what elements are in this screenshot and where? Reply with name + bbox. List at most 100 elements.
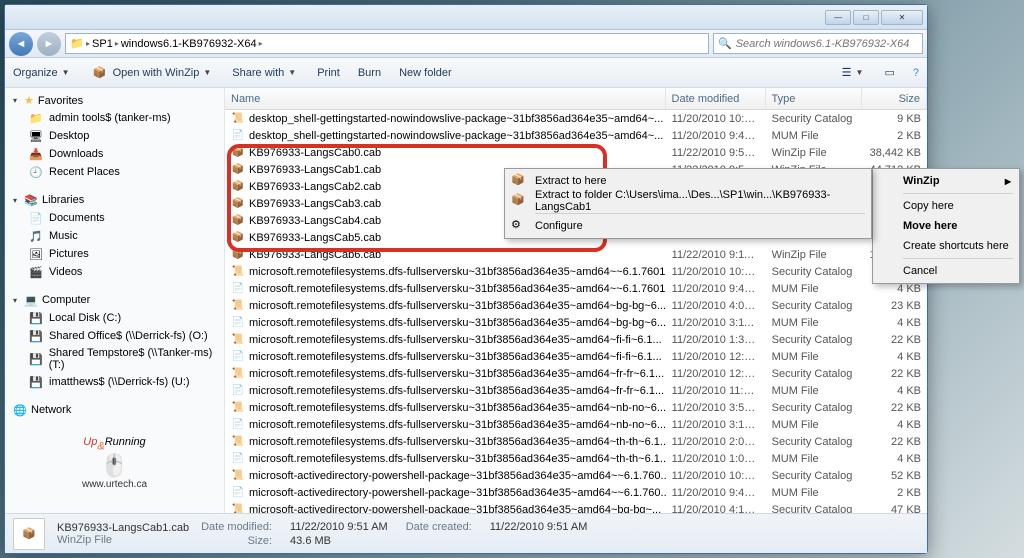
forward-button[interactable]: ► bbox=[37, 32, 61, 56]
file-icon: 📜 bbox=[231, 299, 245, 313]
file-icon: 📜 bbox=[231, 112, 245, 126]
file-row[interactable]: 📜microsoft-activedirectory-powershell-pa… bbox=[225, 467, 927, 484]
status-label: Date created: bbox=[406, 521, 472, 533]
desktop-icon: 🖥 bbox=[29, 129, 43, 143]
music-icon: 🎵 bbox=[29, 229, 43, 243]
file-row[interactable]: 📄microsoft.remotefilesystems.dfs-fullser… bbox=[225, 280, 927, 297]
open-with-button[interactable]: 📦Open with WinZip ▼ bbox=[91, 64, 215, 82]
file-row[interactable]: 📄microsoft.remotefilesystems.dfs-fullser… bbox=[225, 450, 927, 467]
file-size: 4 KB bbox=[862, 453, 927, 465]
sidebar-item[interactable]: 💾Shared Tempstore$ (\\Tanker-ms) (T:) bbox=[5, 345, 224, 373]
column-size[interactable]: Size bbox=[862, 88, 927, 109]
sidebar-item[interactable]: 📁admin tools$ (tanker-ms) bbox=[5, 109, 224, 127]
file-type: MUM File bbox=[766, 317, 862, 329]
sidebar-item[interactable]: 💾Shared Office$ (\\Derrick-fs) (O:) bbox=[5, 327, 224, 345]
context-menu-secondary[interactable]: WinZip▶ Copy here Move here Create short… bbox=[872, 168, 1020, 284]
file-row[interactable]: 📦KB976933-LangsCab0.cab11/22/2010 9:56 A… bbox=[225, 144, 927, 161]
menu-item-configure[interactable]: ⚙Configure bbox=[507, 216, 869, 236]
column-date[interactable]: Date modified bbox=[666, 88, 766, 109]
file-row[interactable]: 📜microsoft.remotefilesystems.dfs-fullser… bbox=[225, 365, 927, 382]
libraries-header[interactable]: ▾📚 Libraries bbox=[5, 191, 224, 209]
column-type[interactable]: Type bbox=[766, 88, 862, 109]
file-row[interactable]: 📜microsoft.remotefilesystems.dfs-fullser… bbox=[225, 399, 927, 416]
column-name[interactable]: Name bbox=[225, 88, 666, 109]
file-row[interactable]: 📜microsoft.remotefilesystems.dfs-fullser… bbox=[225, 297, 927, 314]
file-icon: 📄 bbox=[231, 384, 245, 398]
file-row[interactable]: 📄microsoft-activedirectory-powershell-pa… bbox=[225, 484, 927, 501]
computer-header[interactable]: ▾💻 Computer bbox=[5, 291, 224, 309]
menu-item-shortcut[interactable]: Create shortcuts here bbox=[875, 236, 1017, 256]
menu-item-winzip[interactable]: WinZip▶ bbox=[875, 171, 1017, 191]
breadcrumb[interactable]: 📁 ▸ SP1 ▸ windows6.1-KB976932-X64 ▸ bbox=[65, 33, 709, 54]
file-row[interactable]: 📜microsoft.remotefilesystems.dfs-fullser… bbox=[225, 263, 927, 280]
sidebar-item[interactable]: 🖥Desktop bbox=[5, 127, 224, 145]
print-button[interactable]: Print bbox=[317, 67, 340, 79]
recent-icon: 🕘 bbox=[29, 165, 43, 179]
file-name: desktop_shell-gettingstarted-nowindowsli… bbox=[249, 130, 663, 142]
file-row[interactable]: 📄 microsoft.remotefilesystems.dfs-fullser… bbox=[225, 382, 927, 399]
help-button[interactable]: ? bbox=[913, 67, 919, 79]
menu-separator bbox=[535, 213, 865, 214]
sidebar-item[interactable]: 🖼Pictures bbox=[5, 245, 224, 263]
file-row[interactable]: 📄desktop_shell-gettingstarted-nowindowsl… bbox=[225, 127, 927, 144]
pictures-icon: 🖼 bbox=[29, 247, 43, 261]
sidebar-item[interactable]: 💾Local Disk (C:) bbox=[5, 309, 224, 327]
winzip-icon: 📦 bbox=[91, 64, 109, 82]
file-name: microsoft.remotefilesystems.dfs-fullserv… bbox=[249, 385, 664, 397]
minimize-button[interactable]: — bbox=[825, 10, 851, 25]
file-row[interactable]: 📜microsoft.remotefilesystems.dfs-fullser… bbox=[225, 433, 927, 450]
configure-icon: ⚙ bbox=[511, 218, 527, 234]
breadcrumb-item[interactable]: SP1 bbox=[92, 38, 113, 50]
menu-item-move[interactable]: Move here bbox=[875, 216, 1017, 236]
menu-item-extract-folder[interactable]: 📦Extract to folder C:\Users\ima...\Des..… bbox=[507, 191, 869, 211]
file-size: 23 KB bbox=[862, 300, 927, 312]
sidebar-item[interactable]: 📄Documents bbox=[5, 209, 224, 227]
new-folder-button[interactable]: New folder bbox=[399, 67, 452, 79]
menu-item-cancel[interactable]: Cancel bbox=[875, 261, 1017, 281]
organize-button[interactable]: Organize ▼ bbox=[13, 67, 73, 79]
sidebar-item[interactable]: 🕘Recent Places bbox=[5, 163, 224, 181]
favorites-header[interactable]: ▾★ Favorites bbox=[5, 92, 224, 109]
breadcrumb-item[interactable]: windows6.1-KB976932-X64 bbox=[121, 38, 257, 50]
menu-item-copy[interactable]: Copy here bbox=[875, 196, 1017, 216]
search-input[interactable] bbox=[736, 38, 918, 50]
close-button[interactable]: ✕ bbox=[881, 10, 923, 25]
sidebar-item[interactable]: 💾imatthews$ (\\Derrick-fs) (U:) bbox=[5, 373, 224, 391]
file-row[interactable]: 📜microsoft-activedirectory-powershell-pa… bbox=[225, 501, 927, 513]
sidebar-item[interactable]: 🎵Music bbox=[5, 227, 224, 245]
statusbar: 📦 KB976933-LangsCab1.cab WinZip File Dat… bbox=[5, 513, 927, 553]
file-type: Security Catalog bbox=[766, 402, 862, 414]
menu-item-extract-here[interactable]: 📦Extract to here bbox=[507, 171, 869, 191]
sidebar-item[interactable]: 📥Downloads bbox=[5, 145, 224, 163]
column-headers[interactable]: Name Date modified Type Size bbox=[225, 88, 927, 110]
share-with-button[interactable]: Share with ▼ bbox=[232, 67, 299, 79]
file-row[interactable]: 📄microsoft.remotefilesystems.dfs-fullser… bbox=[225, 348, 927, 365]
file-icon: 📄 bbox=[231, 418, 245, 432]
chevron-right-icon: ▸ bbox=[259, 39, 263, 48]
back-button[interactable]: ◄ bbox=[9, 32, 33, 56]
file-row[interactable]: 📜microsoft.remotefilesystems.dfs-fullser… bbox=[225, 331, 927, 348]
sidebar-item[interactable]: 🎬Videos bbox=[5, 263, 224, 281]
file-icon: 📜 bbox=[231, 401, 245, 415]
file-row[interactable]: 📄 microsoft.remotefilesystems.dfs-fullser… bbox=[225, 416, 927, 433]
menu-separator bbox=[903, 258, 1013, 259]
file-row[interactable]: 📄microsoft.remotefilesystems.dfs-fullser… bbox=[225, 314, 927, 331]
context-menu-primary[interactable]: 📦Extract to here 📦Extract to folder C:\U… bbox=[504, 168, 872, 239]
preview-pane-button[interactable]: ▭ bbox=[884, 66, 894, 79]
file-row[interactable]: 📦KB976933-LangsCab6.cab11/22/2010 9:11 A… bbox=[225, 246, 927, 263]
file-type: MUM File bbox=[766, 351, 862, 363]
file-row[interactable]: 📜desktop_shell-gettingstarted-nowindowsl… bbox=[225, 110, 927, 127]
search-box[interactable]: 🔍 bbox=[713, 33, 923, 54]
file-size: 52 KB bbox=[862, 470, 927, 482]
file-size: 22 KB bbox=[862, 436, 927, 448]
maximize-button[interactable]: □ bbox=[853, 10, 879, 25]
burn-button[interactable]: Burn bbox=[358, 67, 381, 79]
file-type: MUM File bbox=[766, 487, 862, 499]
file-name: microsoft.remotefilesystems.dfs-fullserv… bbox=[249, 419, 666, 431]
file-icon: 📦 bbox=[231, 180, 245, 194]
view-button[interactable]: ☰ ▼ bbox=[842, 66, 867, 79]
file-size: 2 KB bbox=[862, 487, 927, 499]
network-header[interactable]: 🌐 Network bbox=[5, 401, 224, 419]
file-name: KB976933-LangsCab1.cab bbox=[249, 164, 381, 176]
file-type: Security Catalog bbox=[766, 300, 862, 312]
